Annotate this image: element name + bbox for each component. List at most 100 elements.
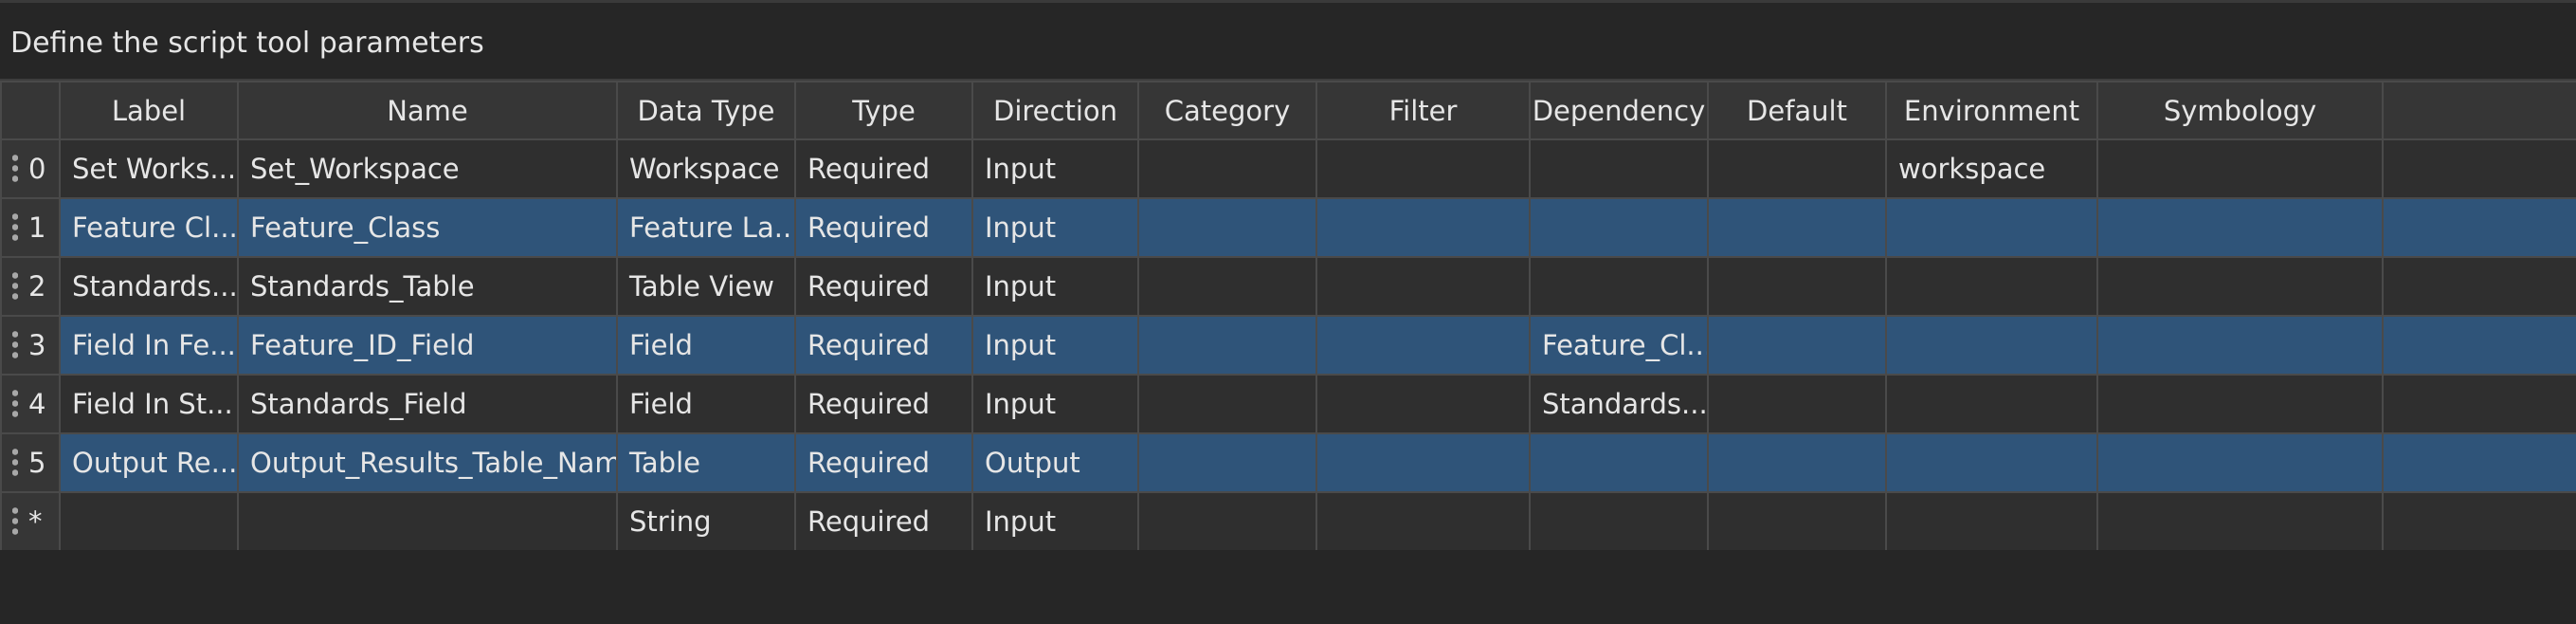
cell-dependency[interactable]: Standards... bbox=[1529, 374, 1709, 434]
cell-name[interactable]: Feature_Class bbox=[237, 197, 618, 258]
cell-category[interactable] bbox=[1137, 197, 1317, 258]
column-header-category[interactable]: Category bbox=[1137, 81, 1317, 140]
table-row[interactable]: 1 Feature Cl... Feature_Class Feature La… bbox=[0, 197, 2576, 258]
cell-type[interactable]: Required bbox=[794, 256, 973, 317]
cell-type[interactable]: Required bbox=[794, 432, 973, 493]
cell-filter[interactable] bbox=[1315, 256, 1531, 317]
cell-type[interactable]: Required bbox=[794, 491, 973, 552]
cell-direction[interactable]: Input bbox=[971, 315, 1139, 376]
cell-category[interactable] bbox=[1137, 432, 1317, 493]
cell-label[interactable]: Standards... bbox=[59, 256, 239, 317]
table-row[interactable]: 0 Set Works... Set_Workspace Workspace R… bbox=[0, 138, 2576, 199]
cell-default[interactable] bbox=[1707, 432, 1887, 493]
cell-filter[interactable] bbox=[1315, 491, 1531, 552]
cell-name[interactable]: Standards_Field bbox=[237, 374, 618, 434]
cell-type[interactable]: Required bbox=[794, 197, 973, 258]
new-row[interactable]: * String Required Input bbox=[0, 491, 2576, 552]
cell-default[interactable] bbox=[1707, 491, 1887, 552]
cell-symbology[interactable] bbox=[2096, 197, 2384, 258]
cell-default[interactable] bbox=[1707, 315, 1887, 376]
cell-default[interactable] bbox=[1707, 374, 1887, 434]
cell-default[interactable] bbox=[1707, 138, 1887, 199]
cell-data-type[interactable]: Feature La... bbox=[616, 197, 796, 258]
cell-environment[interactable] bbox=[1885, 374, 2098, 434]
row-header[interactable]: 2 bbox=[0, 256, 61, 317]
cell-filter[interactable] bbox=[1315, 197, 1531, 258]
row-header[interactable]: 5 bbox=[0, 432, 61, 493]
cell-symbology[interactable] bbox=[2096, 432, 2384, 493]
cell-environment[interactable]: workspace bbox=[1885, 138, 2098, 199]
drag-grip-icon[interactable] bbox=[12, 270, 18, 303]
row-header[interactable]: 1 bbox=[0, 197, 61, 258]
cell-symbology[interactable] bbox=[2096, 315, 2384, 376]
cell-direction[interactable]: Input bbox=[971, 374, 1139, 434]
row-header[interactable]: 4 bbox=[0, 374, 61, 434]
column-header-filter[interactable]: Filter bbox=[1315, 81, 1531, 140]
cell-environment[interactable] bbox=[1885, 256, 2098, 317]
table-row[interactable]: 2 Standards... Standards_Table Table Vie… bbox=[0, 256, 2576, 317]
cell-label[interactable]: Field In Fe... bbox=[59, 315, 239, 376]
cell-dependency[interactable] bbox=[1529, 256, 1709, 317]
cell-data-type[interactable]: String bbox=[616, 491, 796, 552]
cell-data-type[interactable]: Workspace bbox=[616, 138, 796, 199]
column-header-name[interactable]: Name bbox=[237, 81, 618, 140]
drag-grip-icon[interactable] bbox=[12, 447, 18, 479]
table-row[interactable]: 5 Output Re... Output_Results_Table_Name… bbox=[0, 432, 2576, 493]
drag-grip-icon[interactable] bbox=[12, 153, 18, 185]
cell-type[interactable]: Required bbox=[794, 315, 973, 376]
column-header-default[interactable]: Default bbox=[1707, 81, 1887, 140]
cell-environment[interactable] bbox=[1885, 197, 2098, 258]
cell-category[interactable] bbox=[1137, 138, 1317, 199]
cell-data-type[interactable]: Table View bbox=[616, 256, 796, 317]
cell-dependency[interactable]: Feature_Cl... bbox=[1529, 315, 1709, 376]
column-header-label[interactable]: Label bbox=[59, 81, 239, 140]
drag-grip-icon[interactable] bbox=[12, 505, 18, 538]
column-header-data-type[interactable]: Data Type bbox=[616, 81, 796, 140]
cell-direction[interactable]: Input bbox=[971, 491, 1139, 552]
cell-label[interactable]: Field In St... bbox=[59, 374, 239, 434]
cell-filter[interactable] bbox=[1315, 432, 1531, 493]
cell-name[interactable] bbox=[237, 491, 618, 552]
cell-dependency[interactable] bbox=[1529, 432, 1709, 493]
cell-dependency[interactable] bbox=[1529, 197, 1709, 258]
cell-label[interactable]: Output Re... bbox=[59, 432, 239, 493]
cell-name[interactable]: Output_Results_Table_Name bbox=[237, 432, 618, 493]
cell-data-type[interactable]: Field bbox=[616, 374, 796, 434]
row-header[interactable]: * bbox=[0, 491, 61, 552]
cell-data-type[interactable]: Field bbox=[616, 315, 796, 376]
cell-category[interactable] bbox=[1137, 374, 1317, 434]
cell-type[interactable]: Required bbox=[794, 138, 973, 199]
cell-type[interactable]: Required bbox=[794, 374, 973, 434]
cell-filter[interactable] bbox=[1315, 138, 1531, 199]
column-header-environment[interactable]: Environment bbox=[1885, 81, 2098, 140]
cell-symbology[interactable] bbox=[2096, 256, 2384, 317]
cell-label[interactable] bbox=[59, 491, 239, 552]
column-header-direction[interactable]: Direction bbox=[971, 81, 1139, 140]
cell-category[interactable] bbox=[1137, 315, 1317, 376]
row-header[interactable]: 0 bbox=[0, 138, 61, 199]
cell-environment[interactable] bbox=[1885, 315, 2098, 376]
cell-dependency[interactable] bbox=[1529, 491, 1709, 552]
cell-direction[interactable]: Input bbox=[971, 256, 1139, 317]
drag-grip-icon[interactable] bbox=[12, 388, 18, 420]
cell-category[interactable] bbox=[1137, 491, 1317, 552]
cell-label[interactable]: Feature Cl... bbox=[59, 197, 239, 258]
column-header-symbology[interactable]: Symbology bbox=[2096, 81, 2384, 140]
cell-environment[interactable] bbox=[1885, 491, 2098, 552]
cell-name[interactable]: Feature_ID_Field bbox=[237, 315, 618, 376]
column-header-dependency[interactable]: Dependency bbox=[1529, 81, 1709, 140]
table-row[interactable]: 3 Field In Fe... Feature_ID_Field Field … bbox=[0, 315, 2576, 376]
cell-filter[interactable] bbox=[1315, 315, 1531, 376]
cell-name[interactable]: Standards_Table bbox=[237, 256, 618, 317]
cell-label[interactable]: Set Works... bbox=[59, 138, 239, 199]
cell-environment[interactable] bbox=[1885, 432, 2098, 493]
cell-direction[interactable]: Input bbox=[971, 138, 1139, 199]
row-header[interactable]: 3 bbox=[0, 315, 61, 376]
table-row[interactable]: 4 Field In St... Standards_Field Field R… bbox=[0, 374, 2576, 434]
drag-grip-icon[interactable] bbox=[12, 211, 18, 244]
drag-grip-icon[interactable] bbox=[12, 329, 18, 361]
cell-name[interactable]: Set_Workspace bbox=[237, 138, 618, 199]
column-header-type[interactable]: Type bbox=[794, 81, 973, 140]
cell-category[interactable] bbox=[1137, 256, 1317, 317]
cell-dependency[interactable] bbox=[1529, 138, 1709, 199]
